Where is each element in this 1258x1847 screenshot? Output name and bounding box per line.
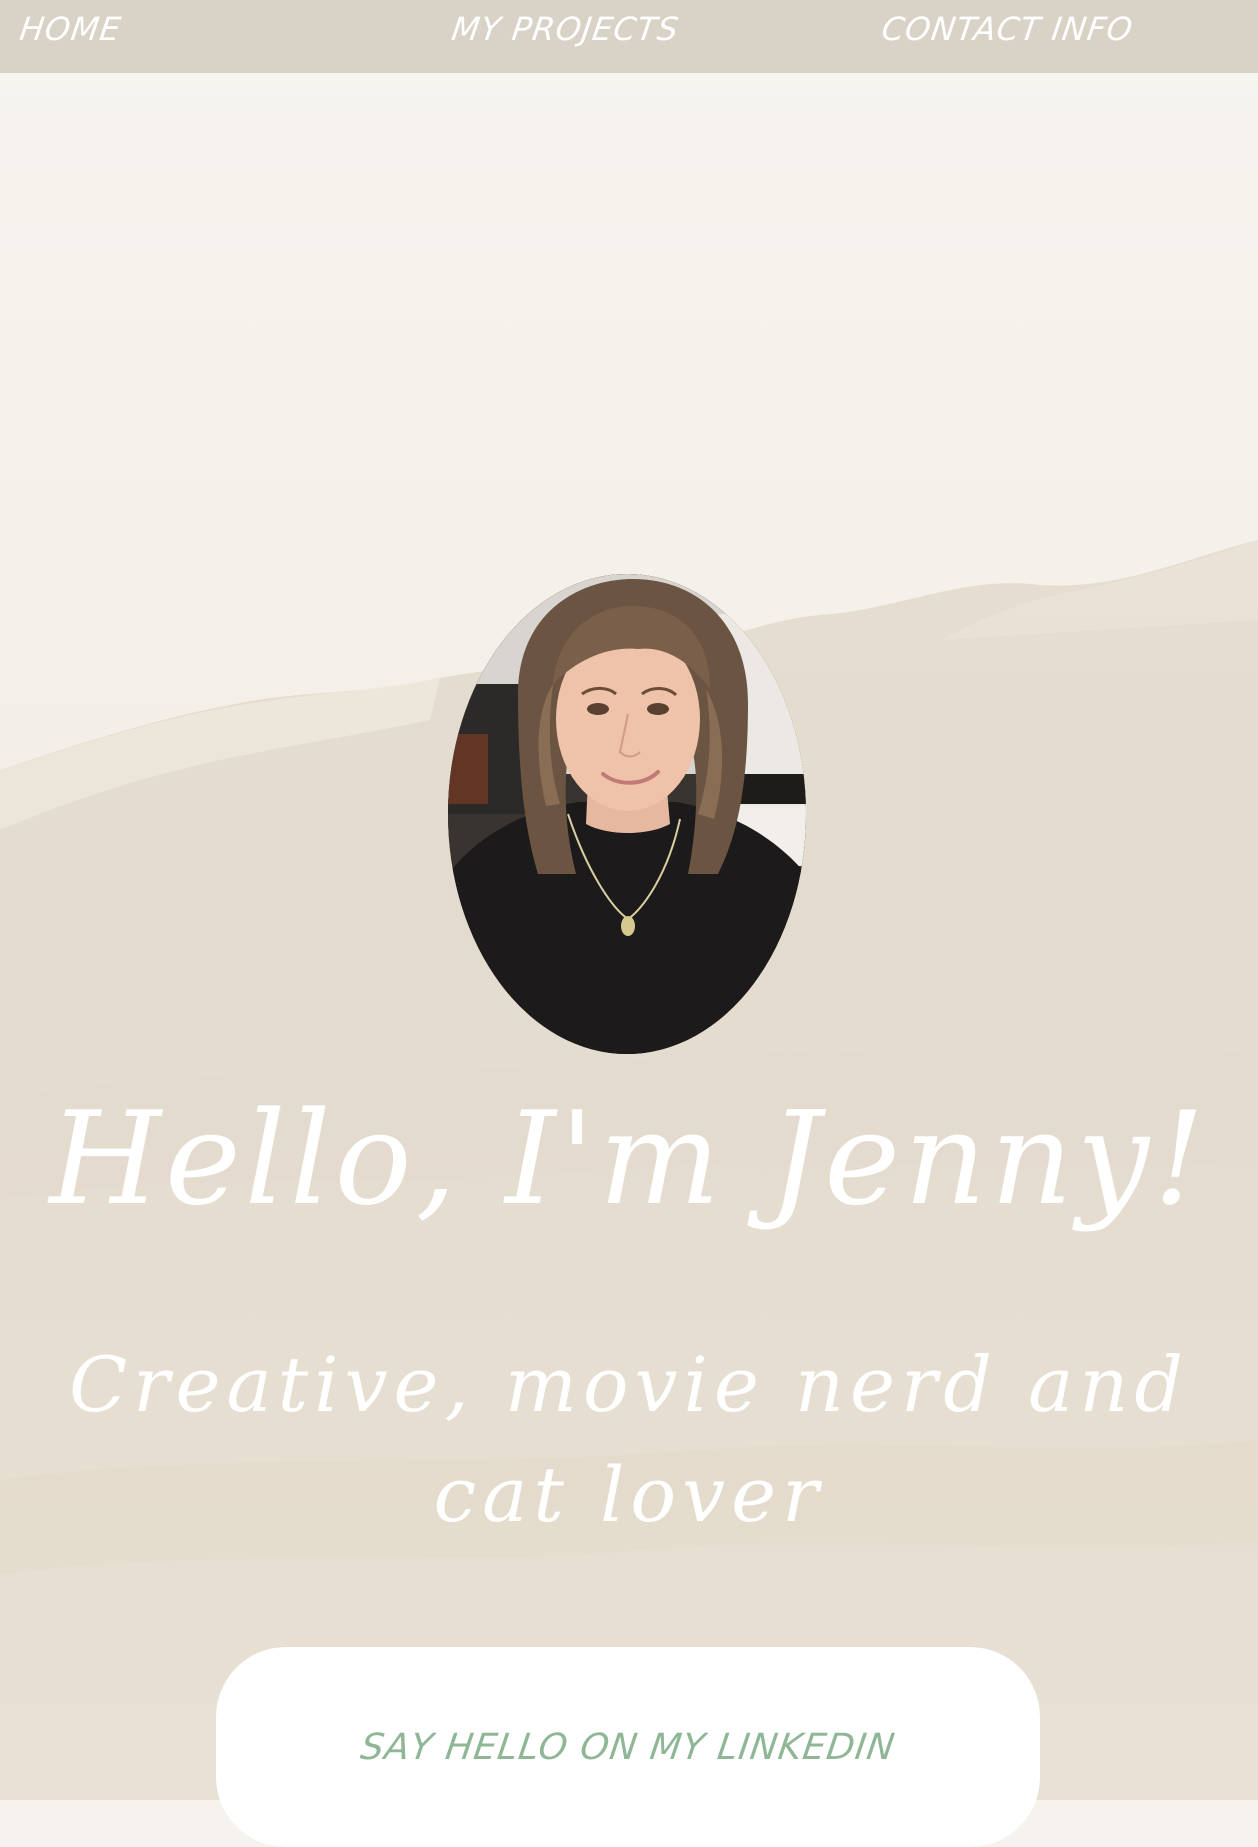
nav-projects-link[interactable]: MY PROJECTS bbox=[448, 4, 682, 54]
top-navbar: HOME MY PROJECTS CONTACT INFO bbox=[0, 0, 1258, 73]
nav-contact-link[interactable]: CONTACT INFO bbox=[878, 4, 1136, 54]
nav-home-link[interactable]: HOME bbox=[16, 4, 124, 54]
hero-subtitle: Creative, movie nerd and cat lover bbox=[68, 1340, 1189, 1539]
profile-portrait bbox=[448, 574, 806, 1054]
linkedin-card: SAY HELLO ON MY LINKEDIN bbox=[216, 1647, 1040, 1847]
profile-photo bbox=[448, 574, 806, 1054]
hero-title: Hello, I'm Jenny! bbox=[49, 1085, 1209, 1234]
linkedin-link[interactable]: SAY HELLO ON MY LINKEDIN bbox=[213, 1727, 1043, 1768]
